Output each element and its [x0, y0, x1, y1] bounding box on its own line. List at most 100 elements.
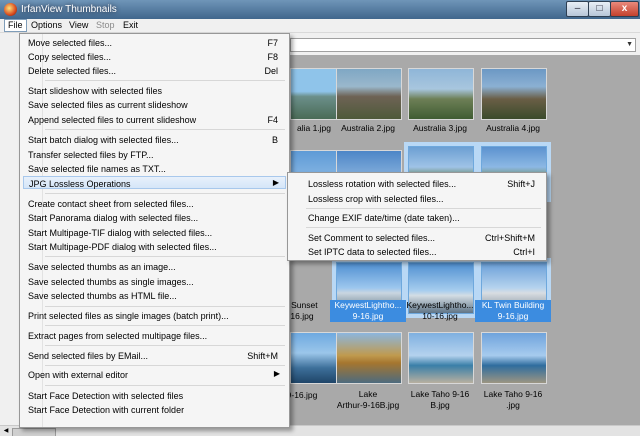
menu-item-label: Append selected files to current slidesh… — [28, 115, 197, 125]
irfanview-icon — [4, 3, 17, 16]
caption-line: Lake — [358, 389, 378, 399]
menu-item-label: Create contact sheet from selected files… — [28, 199, 194, 209]
caption-line: Lake Taho 9-16 — [483, 389, 543, 399]
menu-item-label: Lossless rotation with selected files... — [308, 179, 457, 189]
menu-item-shortcut: F8 — [267, 52, 278, 62]
menu-item-label: Send selected files by EMail... — [28, 351, 149, 361]
menu-item-label: Open with external editor — [28, 370, 129, 380]
menu-item-multipage-tif[interactable]: Start Multipage-TIF dialog with selected… — [23, 226, 286, 239]
menu-item-delete[interactable]: Delete selected files... Del — [23, 64, 286, 77]
menu-item-jpg-lossless[interactable]: JPG Lossless Operations ▶ — [23, 176, 286, 189]
menu-item-shortcut: Shift+J — [507, 179, 535, 189]
thumbnail-caption: Lake Arthur-9-16B.jpg — [330, 389, 406, 411]
thumbnail-image[interactable] — [481, 68, 547, 120]
menu-separator — [306, 208, 541, 209]
submenu-item-lossless-rotation[interactable]: Lossless rotation with selected files...… — [291, 177, 543, 190]
menu-item-thumbs-html[interactable]: Save selected thumbs as HTML file... — [23, 289, 286, 302]
thumbnail-image[interactable] — [481, 332, 547, 384]
chevron-down-icon[interactable]: ▼ — [626, 39, 633, 51]
menu-item-ftp[interactable]: Transfer selected files by FTP... — [23, 148, 286, 161]
menu-item-append-slideshow[interactable]: Append selected files to current slidesh… — [23, 113, 286, 126]
thumbnail-image[interactable] — [408, 332, 474, 384]
window-title: IrfanView Thumbnails — [21, 4, 117, 15]
menu-separator — [45, 365, 285, 366]
menu-item-label: Set Comment to selected files... — [308, 233, 436, 243]
scrollbar-thumb[interactable] — [12, 428, 56, 436]
caption-line: Arthur-9-16B.jpg — [336, 400, 400, 410]
menu-item-start-slideshow[interactable]: Start slideshow with selected files — [23, 84, 286, 97]
minimize-button[interactable]: – — [566, 1, 589, 17]
menu-item-label: Save selected files as current slideshow — [28, 100, 188, 110]
close-button[interactable]: x — [610, 1, 639, 17]
submenu-item-exif-date[interactable]: Change EXIF date/time (date taken)... — [291, 211, 543, 224]
menu-exit[interactable]: Exit — [120, 20, 141, 31]
menu-separator — [45, 325, 285, 326]
menu-item-external-editor[interactable]: Open with external editor ▶ — [23, 368, 286, 381]
thumbnail-caption: Lake Taho 9-16 .jpg — [475, 389, 551, 411]
caption-line: 16.jpg — [290, 311, 314, 321]
caption-line: 9-16.jpg — [286, 390, 318, 400]
folder-combobox[interactable]: ▼ — [290, 38, 636, 52]
menu-item-face-detection-folder[interactable]: Start Face Detection with current folder — [23, 403, 286, 416]
menu-item-label: Save selected thumbs as single images... — [28, 277, 194, 287]
menu-separator — [45, 80, 285, 81]
submenu-item-set-iptc[interactable]: Set IPTC data to selected files... Ctrl+I — [291, 245, 543, 258]
thumbnail-caption: Australia 2.jpg — [341, 123, 395, 133]
menu-item-shortcut: F4 — [267, 115, 278, 125]
menu-item-copy[interactable]: Copy selected files... F8 — [23, 50, 286, 63]
menu-item-thumbs-as-image[interactable]: Save selected thumbs as an image... — [23, 260, 286, 273]
menu-item-label: Start Face Detection with selected files — [28, 391, 184, 401]
menu-item-label: Change EXIF date/time (date taken)... — [308, 213, 460, 223]
menu-separator — [45, 129, 285, 130]
menu-item-move[interactable]: Move selected files... F7 — [23, 36, 286, 49]
submenu-item-lossless-crop[interactable]: Lossless crop with selected files... — [291, 192, 543, 205]
submenu-item-set-comment[interactable]: Set Comment to selected files... Ctrl+Shi… — [291, 231, 543, 244]
caption-line: 9-16.jpg — [352, 311, 384, 321]
thumbnail-image[interactable] — [336, 68, 402, 120]
menu-item-label: Start slideshow with selected files — [28, 86, 163, 96]
caption-line: Lake Taho 9-16 — [410, 389, 470, 399]
menu-item-save-names-txt[interactable]: Save selected file names as TXT... — [23, 162, 286, 175]
caption-line: .jpg — [506, 400, 520, 410]
menu-separator — [45, 256, 285, 257]
menu-item-contact-sheet[interactable]: Create contact sheet from selected files… — [23, 197, 286, 210]
menu-item-batch-dialog[interactable]: Start batch dialog with selected files..… — [23, 133, 286, 146]
menu-item-panorama[interactable]: Start Panorama dialog with selected file… — [23, 211, 286, 224]
app-window: IrfanView Thumbnails – □ x File Options … — [0, 0, 640, 436]
menu-item-label: Start Multipage-PDF dialog with selected… — [28, 242, 217, 252]
menu-item-label: Lossless crop with selected files... — [308, 194, 444, 204]
thumbnail-caption: Australia 4.jpg — [486, 123, 540, 133]
caption-line: B.jpg — [430, 400, 450, 410]
file-menu: Move selected files... F7 Copy selected f… — [19, 33, 290, 428]
menu-options[interactable]: Options — [28, 20, 65, 31]
caption-line: 10-16.jpg — [422, 311, 458, 321]
menu-item-thumbs-single-images[interactable]: Save selected thumbs as single images... — [23, 275, 286, 288]
menu-item-save-slideshow[interactable]: Save selected files as current slideshow — [23, 98, 286, 111]
menu-item-extract-pages[interactable]: Extract pages from selected multipage fi… — [23, 329, 286, 342]
menu-item-label: Start Multipage-TIF dialog with selected… — [28, 228, 213, 238]
menu-view[interactable]: View — [66, 20, 91, 31]
menu-item-shortcut: Ctrl+Shift+M — [484, 233, 535, 243]
menu-item-label: Move selected files... — [28, 38, 113, 48]
thumbnail-image[interactable] — [336, 332, 402, 384]
menu-file[interactable]: File — [4, 19, 27, 32]
menu-stop[interactable]: Stop — [93, 20, 118, 31]
menu-separator — [45, 345, 285, 346]
menu-item-label: Delete selected files... — [28, 66, 117, 76]
menu-item-multipage-pdf[interactable]: Start Multipage-PDF dialog with selected… — [23, 240, 286, 253]
menu-item-send-email[interactable]: Send selected files by EMail... Shift+M — [23, 349, 286, 362]
title-bar[interactable]: IrfanView Thumbnails – □ x — [0, 0, 640, 19]
menu-separator — [306, 227, 541, 228]
menu-item-shortcut: B — [271, 135, 278, 145]
caption-line: t Sunset — [286, 300, 318, 310]
menu-item-face-detection-selected[interactable]: Start Face Detection with selected files — [23, 389, 286, 402]
thumbnail-caption-selected: KeywestLightho... 9-16.jpg — [330, 300, 406, 322]
menu-bar: File Options View Stop Exit — [0, 19, 640, 33]
jpg-lossless-submenu: Lossless rotation with selected files...… — [287, 172, 547, 261]
menu-item-label: Save selected thumbs as HTML file... — [28, 291, 177, 301]
thumbnail-image[interactable] — [408, 68, 474, 120]
scroll-left-icon[interactable]: ◀ — [1, 427, 11, 436]
menu-item-batch-print[interactable]: Print selected files as single images (b… — [23, 309, 286, 322]
menu-separator — [45, 306, 285, 307]
maximize-button[interactable]: □ — [588, 1, 611, 17]
